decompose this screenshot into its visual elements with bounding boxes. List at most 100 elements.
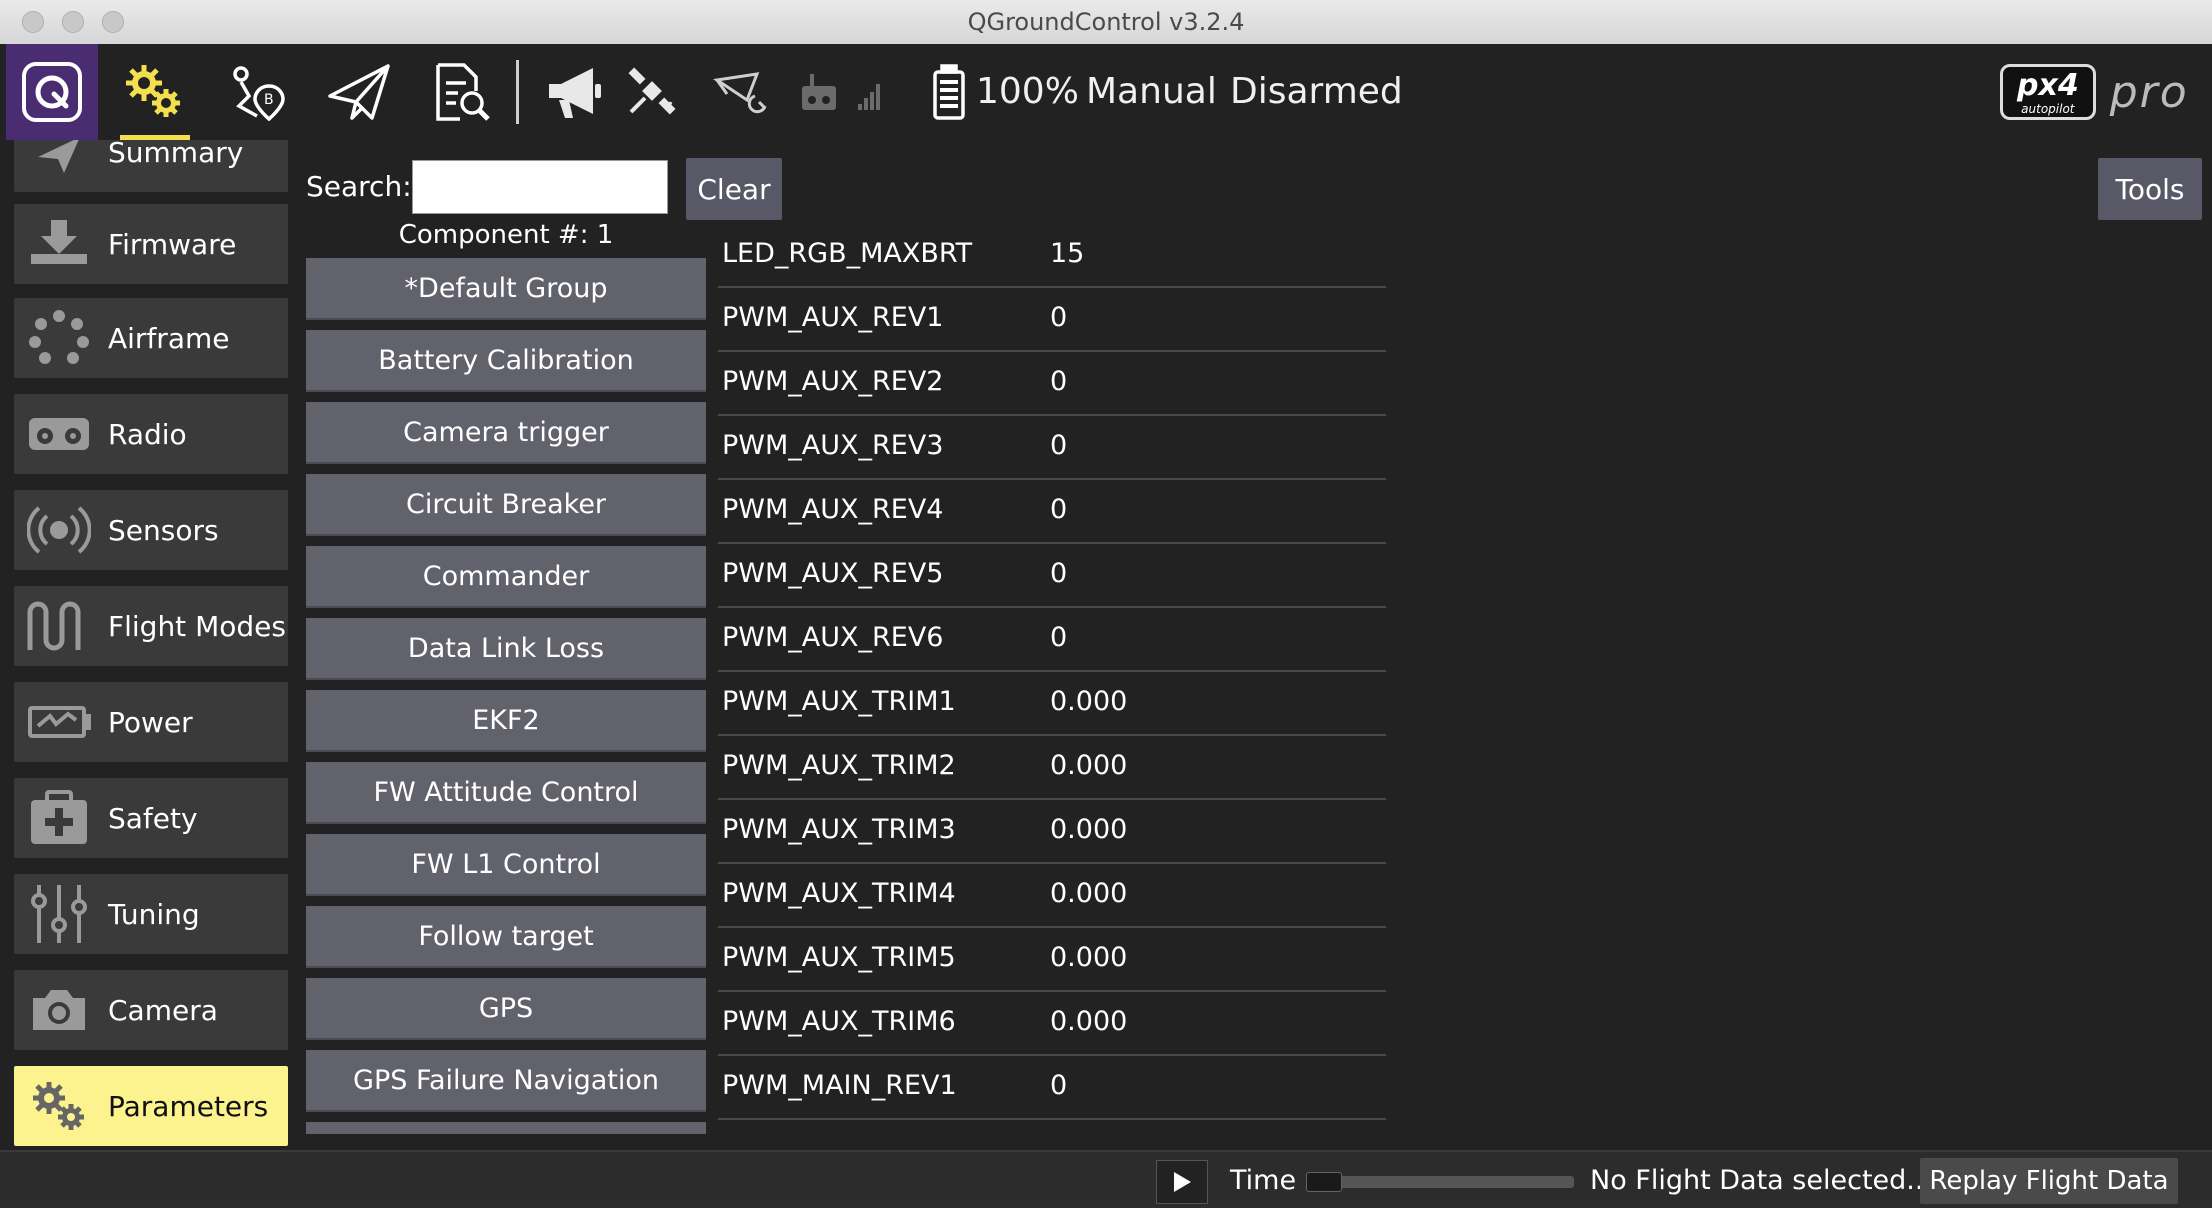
group-button[interactable]: EKF2 (306, 690, 706, 752)
group-button[interactable]: FW Attitude Control (306, 762, 706, 824)
group-button[interactable]: GPS (306, 978, 706, 1040)
group-button[interactable]: Battery Calibration (306, 330, 706, 392)
group-button[interactable]: FW L1 Control (306, 834, 706, 896)
replay-slider[interactable] (1306, 1172, 1574, 1192)
battery-icon[interactable] (926, 44, 972, 140)
param-row[interactable]: PWM_AUX_REV2 0 (718, 352, 1386, 416)
sidebar-item-parameters[interactable]: Parameters (14, 1066, 288, 1146)
analyze-view-icon[interactable] (426, 44, 496, 140)
search-label: Search: (306, 170, 412, 203)
param-row[interactable]: PWM_AUX_REV3 0 (718, 416, 1386, 480)
param-name: PWM_AUX_TRIM5 (722, 942, 956, 973)
sidebar-item-label: Sensors (108, 513, 219, 547)
plan-view-icon[interactable]: B (222, 44, 292, 140)
setup-sidebar: Summary Firmware Airframe Radio Sensors … (0, 140, 300, 1150)
sidebar-item-label: Summary (108, 140, 244, 169)
sidebar-item-summary[interactable]: Summary (14, 140, 288, 192)
param-row[interactable]: PWM_AUX_TRIM1 0.000 (718, 672, 1386, 736)
component-label: Component #: 1 (398, 220, 614, 250)
param-row[interactable]: PWM_AUX_REV6 0 (718, 608, 1386, 672)
param-value[interactable]: 0 (1050, 608, 1067, 668)
param-value[interactable]: 0 (1050, 288, 1067, 348)
sidebar-item-firmware[interactable]: Firmware (14, 204, 288, 284)
param-value[interactable]: 0.000 (1050, 992, 1127, 1052)
tuning-icon (24, 883, 94, 945)
param-row[interactable]: PWM_AUX_REV5 0 (718, 544, 1386, 608)
group-button[interactable]: Data Link Loss (306, 618, 706, 680)
param-row[interactable]: PWM_AUX_TRIM6 0.000 (718, 992, 1386, 1056)
battery-percent[interactable]: 100% (976, 44, 1079, 140)
window-title: QGroundControl v3.2.4 (967, 8, 1245, 36)
play-button[interactable] (1156, 1160, 1208, 1204)
messages-icon[interactable] (540, 44, 610, 140)
sidebar-item-flight-modes[interactable]: Flight Modes (14, 586, 288, 666)
param-value[interactable]: 0.000 (1050, 800, 1127, 860)
sidebar-item-radio[interactable]: Radio (14, 394, 288, 474)
gears-icon (24, 1078, 94, 1134)
group-button[interactable]: GPS Failure Navigation (306, 1050, 706, 1112)
sidebar-item-label: Firmware (108, 227, 237, 261)
sidebar-item-label: Parameters (108, 1089, 269, 1123)
param-row[interactable]: PWM_MAIN_REV1 0 (718, 1056, 1386, 1120)
param-name: PWM_AUX_REV6 (722, 622, 944, 653)
svg-text:B: B (264, 92, 274, 108)
replay-flight-data-button[interactable]: Replay Flight Data (1920, 1158, 2178, 1204)
param-name: PWM_AUX_TRIM6 (722, 1006, 956, 1037)
param-value[interactable]: 0.000 (1050, 928, 1127, 988)
sidebar-item-label: Airframe (108, 321, 230, 355)
param-value[interactable]: 0.000 (1050, 864, 1127, 924)
flight-mode[interactable]: Manual (1086, 44, 1217, 140)
param-value[interactable]: 0.000 (1050, 672, 1127, 732)
param-value[interactable]: 0.000 (1050, 736, 1127, 796)
px4-logo: px4 autopilot (2000, 64, 2096, 120)
param-row[interactable]: PWM_AUX_TRIM2 0.000 (718, 736, 1386, 800)
param-value[interactable]: 0 (1050, 480, 1067, 540)
param-name: LED_RGB_MAXBRT (722, 238, 973, 269)
param-name: PWM_AUX_TRIM2 (722, 750, 956, 781)
param-row[interactable]: PWM_AUX_REV1 0 (718, 288, 1386, 352)
power-icon (24, 702, 94, 742)
clear-button[interactable]: Clear (686, 158, 782, 220)
flight-replay-bar: Time No Flight Data selected.. Replay Fl… (0, 1150, 2212, 1208)
sidebar-item-camera[interactable]: Camera (14, 970, 288, 1050)
param-row[interactable]: PWM_AUX_REV4 0 (718, 480, 1386, 544)
vehicle-setup-icon[interactable] (120, 44, 190, 140)
px4-pro-logo: px4 autopilot pro (2000, 62, 2189, 122)
param-name: PWM_AUX_TRIM1 (722, 686, 956, 717)
px4-logo-text: px4 (2017, 68, 2079, 103)
replay-slider-handle[interactable] (1306, 1172, 1342, 1192)
sidebar-item-safety[interactable]: Safety (14, 778, 288, 858)
group-button[interactable]: *Default Group (306, 258, 706, 320)
param-value[interactable]: 0 (1050, 352, 1067, 412)
param-row[interactable]: LED_RGB_MAXBRT 15 (718, 224, 1386, 288)
group-button[interactable]: Follow target (306, 906, 706, 968)
group-button[interactable]: Circuit Breaker (306, 474, 706, 536)
sidebar-item-label: Safety (108, 801, 198, 835)
sidebar-item-power[interactable]: Power (14, 682, 288, 762)
sidebar-item-sensors[interactable]: Sensors (14, 490, 288, 570)
telemetry-rssi-icon[interactable] (796, 44, 896, 140)
param-value[interactable]: 0 (1050, 1056, 1067, 1116)
param-value[interactable]: 0 (1050, 416, 1067, 476)
parameter-group-list[interactable]: *Default Group Battery Calibration Camer… (306, 258, 706, 1134)
gps-icon[interactable] (618, 44, 688, 140)
param-value[interactable]: 15 (1050, 224, 1084, 284)
fly-view-icon[interactable] (322, 44, 396, 140)
param-name: PWM_AUX_REV2 (722, 366, 944, 397)
param-name: PWM_AUX_REV4 (722, 494, 944, 525)
arm-state[interactable]: Disarmed (1230, 44, 1403, 140)
group-button[interactable]: Commander (306, 546, 706, 608)
tools-button[interactable]: Tools (2098, 158, 2202, 220)
sidebar-item-airframe[interactable]: Airframe (14, 298, 288, 378)
group-button[interactable]: Camera trigger (306, 402, 706, 464)
sidebar-item-tuning[interactable]: Tuning (14, 874, 288, 954)
param-row[interactable]: PWM_AUX_TRIM5 0.000 (718, 928, 1386, 992)
qgc-logo-icon[interactable] (6, 44, 98, 140)
param-row[interactable]: PWM_AUX_TRIM3 0.000 (718, 800, 1386, 864)
param-value[interactable]: 0 (1050, 544, 1067, 604)
rc-loss-icon[interactable] (708, 44, 778, 140)
param-name: PWM_AUX_REV5 (722, 558, 944, 589)
group-button-partial[interactable] (306, 1122, 706, 1134)
search-input[interactable] (412, 160, 668, 214)
param-row[interactable]: PWM_AUX_TRIM4 0.000 (718, 864, 1386, 928)
